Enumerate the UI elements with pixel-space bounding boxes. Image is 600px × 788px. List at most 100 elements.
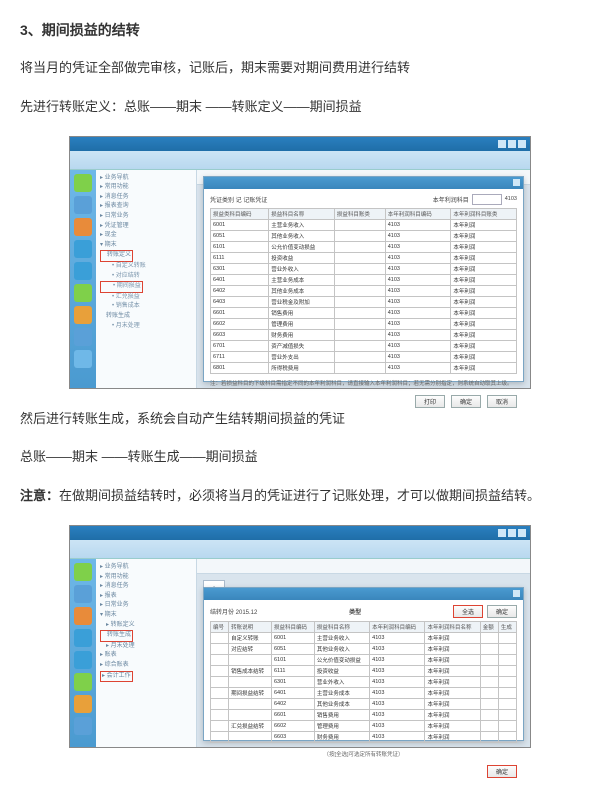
- tree-item[interactable]: 转账定义: [100, 250, 133, 262]
- screenshot-1: ▸ 业务导航▸ 常用功能▸ 消息任务▸ 报表查询▸ 日常业务▸ 凭证管理▸ 现金…: [69, 136, 531, 389]
- module-icon[interactable]: [74, 306, 92, 324]
- table-row[interactable]: 期间损益结转6401主营业务成本4103本年利润: [211, 687, 517, 698]
- table-row[interactable]: 6801所得税费用4103本年利润: [211, 362, 517, 373]
- table-row[interactable]: 6101公允价值变动损益4103本年利润: [211, 654, 517, 665]
- module-icon[interactable]: [74, 196, 92, 214]
- table-cell: [229, 731, 272, 742]
- tree-item[interactable]: ▸ 常用功能: [100, 573, 192, 583]
- table-row[interactable]: 6403营业税金及附加4103本年利润: [211, 296, 517, 307]
- module-icon[interactable]: [74, 350, 92, 368]
- table-cell: 本年利润: [451, 296, 517, 307]
- column-header: 编号: [211, 621, 229, 632]
- module-icon[interactable]: [74, 629, 92, 647]
- close-icon[interactable]: [518, 140, 526, 148]
- cancel-button[interactable]: 取消: [487, 395, 517, 408]
- table-row[interactable]: 对应结转6051其他业务收入4103本年利润: [211, 643, 517, 654]
- table-row[interactable]: 6001主营业务收入4103本年利润: [211, 219, 517, 230]
- tree-item[interactable]: ▾ 期末: [100, 241, 192, 251]
- table-row[interactable]: 6701资产减值损失4103本年利润: [211, 340, 517, 351]
- tree-item[interactable]: • 月末处理: [100, 322, 192, 332]
- module-icon[interactable]: [74, 563, 92, 581]
- tree-item[interactable]: ▸ 消息任务: [100, 193, 192, 203]
- table-row[interactable]: 6602管理费用4103本年利润: [211, 318, 517, 329]
- tree-item[interactable]: ▸ 业务导航: [100, 563, 192, 573]
- profit-account-input[interactable]: [472, 194, 502, 205]
- table-row[interactable]: 6601销售费用4103本年利润: [211, 307, 517, 318]
- module-icon[interactable]: [74, 262, 92, 280]
- tree-item[interactable]: • 自定义转账: [100, 262, 192, 272]
- min-icon[interactable]: [498, 140, 506, 148]
- tree-item[interactable]: • 汇兑损益: [100, 293, 192, 303]
- tree-item[interactable]: ▸ 月末处理: [100, 642, 192, 652]
- tree-item[interactable]: ▸ 业务导航: [100, 174, 192, 184]
- tree-item[interactable]: ▸ 报表查询: [100, 202, 192, 212]
- dialog-close-icon[interactable]: [513, 179, 520, 186]
- module-icon[interactable]: [74, 673, 92, 691]
- tree-item[interactable]: • 对应结转: [100, 272, 192, 282]
- type-label: 类型: [349, 607, 361, 616]
- tree-item[interactable]: ▸ 凭证管理: [100, 222, 192, 232]
- table-cell: 4103: [385, 230, 451, 241]
- module-icon[interactable]: [74, 651, 92, 669]
- table-row[interactable]: 6301营业外收入4103本年利润: [211, 263, 517, 274]
- tree-item[interactable]: • 销售成本: [100, 302, 192, 312]
- module-icon[interactable]: [74, 585, 92, 603]
- table-row[interactable]: 汇兑损益结转6602管理费用4103本年利润: [211, 720, 517, 731]
- module-icon[interactable]: [74, 695, 92, 713]
- module-icon[interactable]: [74, 717, 92, 735]
- tree-item[interactable]: ▾ 期末: [100, 611, 192, 621]
- module-icon[interactable]: [74, 328, 92, 346]
- column-header: 损益科目账类: [334, 208, 385, 219]
- tree-item[interactable]: ▸ 现金: [100, 231, 192, 241]
- tree-item[interactable]: • 期间损益: [100, 281, 143, 293]
- table-row[interactable]: 自定义转账6001主营业务收入4103本年利润: [211, 632, 517, 643]
- table-row[interactable]: 6402其他业务成本4103本年利润: [211, 698, 517, 709]
- module-icon[interactable]: [74, 607, 92, 625]
- table-row[interactable]: 6111投资收益4103本年利润: [211, 252, 517, 263]
- table-row[interactable]: 6051其他业务收入4103本年利润: [211, 230, 517, 241]
- table-row[interactable]: 6711营业外支出4103本年利润: [211, 351, 517, 362]
- module-icon[interactable]: [74, 174, 92, 192]
- tree-item[interactable]: ▸ 账表: [100, 651, 192, 661]
- module-icon[interactable]: [74, 284, 92, 302]
- table-row[interactable]: 6401主营业务成本4103本年利润: [211, 274, 517, 285]
- ok-button-top[interactable]: 确定: [487, 605, 517, 618]
- table-row[interactable]: 销售成本结转6111投资收益4103本年利润: [211, 665, 517, 676]
- dialog-close-icon[interactable]: [513, 590, 520, 597]
- module-icon[interactable]: [74, 218, 92, 236]
- table-cell: 6603: [211, 329, 269, 340]
- tree-item[interactable]: ▸ 常用功能: [100, 183, 192, 193]
- table-row[interactable]: 6402其他业务成本4103本年利润: [211, 285, 517, 296]
- max-icon[interactable]: [508, 529, 516, 537]
- min-icon[interactable]: [498, 529, 506, 537]
- table-row[interactable]: 6601销售费用4103本年利润: [211, 709, 517, 720]
- table-cell: 6001: [271, 632, 314, 643]
- tree-item[interactable]: ▸ 综合账表: [100, 661, 192, 671]
- tree-item[interactable]: ▸ 转账定义: [100, 621, 192, 631]
- tree-item[interactable]: ▸ 报表: [100, 592, 192, 602]
- select-all-button[interactable]: 全选: [453, 605, 483, 618]
- table-cell: [229, 698, 272, 709]
- close-icon[interactable]: [518, 529, 526, 537]
- table-cell: [334, 296, 385, 307]
- module-icon[interactable]: [74, 240, 92, 258]
- print-button[interactable]: 打印: [415, 395, 445, 408]
- table-cell: 4103: [370, 643, 425, 654]
- table-row[interactable]: 6101公允价值变动损益4103本年利润: [211, 241, 517, 252]
- tree-item[interactable]: 转账生成: [100, 312, 192, 322]
- tree-item[interactable]: ▸ 会计工作: [100, 671, 133, 683]
- tree-item[interactable]: ▸ 日常业务: [100, 212, 192, 222]
- table-cell: 所得税费用: [269, 362, 335, 373]
- ok-button[interactable]: 确定: [451, 395, 481, 408]
- tree-item[interactable]: ▸ 消息任务: [100, 582, 192, 592]
- tree-item[interactable]: ▸ 日常业务: [100, 601, 192, 611]
- table-row[interactable]: 6603财务费用4103本年利润: [211, 329, 517, 340]
- ok-button-bottom[interactable]: 确定: [487, 765, 517, 778]
- main-pane: 凭证类别 记 记账凭证 本年利润科目 4103 损益类科目编码损益科目名称损益科…: [197, 170, 530, 388]
- table-cell: 4103: [370, 720, 425, 731]
- tree-item[interactable]: 转账生成: [100, 630, 133, 642]
- table-cell: 其他业务收入: [269, 230, 335, 241]
- table-row[interactable]: 6301营业外收入4103本年利润: [211, 676, 517, 687]
- max-icon[interactable]: [508, 140, 516, 148]
- table-row[interactable]: 6603财务费用4103本年利润: [211, 731, 517, 742]
